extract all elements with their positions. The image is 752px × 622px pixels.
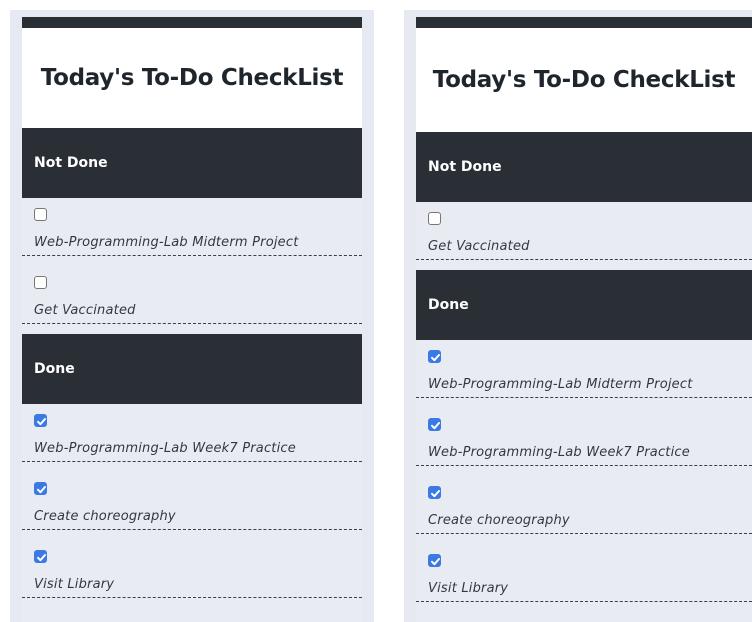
todo-text: Get Vaccinated [416, 236, 752, 260]
checkbox-checked[interactable] [428, 554, 441, 567]
list-item: Get Vaccinated [22, 266, 362, 334]
checkbox[interactable] [34, 276, 47, 289]
page-title: Today's To-Do CheckList [40, 65, 344, 91]
checkbox-checked[interactable] [428, 486, 441, 499]
todo-text: Web-Programming-Lab Midterm Project [22, 232, 362, 256]
check-icon [431, 490, 440, 498]
checkbox-checked[interactable] [34, 550, 47, 563]
todo-text: Create choreography [416, 510, 752, 534]
checklist-panel-after: Today's To-Do CheckList Not Done Get Vac… [404, 10, 752, 622]
list-item: Web-Programming-Lab Midterm Project [22, 198, 362, 266]
checklist-card: Today's To-Do CheckList Not Done Get Vac… [416, 17, 752, 622]
not-done-list: Get Vaccinated [416, 202, 752, 270]
done-list: Web-Programming-Lab Week7 Practice Creat… [22, 404, 362, 608]
section-header-not-done: Not Done [416, 132, 752, 202]
checkbox-checked[interactable] [428, 350, 441, 363]
header: Today's To-Do CheckList [22, 28, 362, 128]
top-bar [416, 17, 752, 28]
todo-text: Web-Programming-Lab Midterm Project [416, 374, 752, 398]
check-icon [431, 422, 440, 430]
list-item: Create choreography [416, 476, 752, 544]
checklist-card: Today's To-Do CheckList Not Done Web-Pro… [22, 17, 362, 622]
section-header-done: Done [22, 334, 362, 404]
check-icon [37, 554, 46, 562]
check-icon [431, 354, 440, 362]
check-icon [431, 558, 440, 566]
list-item: Web-Programming-Lab Week7 Practice [22, 404, 362, 472]
checkbox-checked[interactable] [428, 418, 441, 431]
todo-text: Web-Programming-Lab Week7 Practice [416, 442, 752, 466]
section-header-done: Done [416, 270, 752, 340]
checkbox-checked[interactable] [34, 482, 47, 495]
checkbox[interactable] [34, 208, 47, 221]
not-done-list: Web-Programming-Lab Midterm Project Get … [22, 198, 362, 334]
page-title: Today's To-Do CheckList [432, 67, 736, 93]
todo-text: Get Vaccinated [22, 300, 362, 324]
list-item: Web-Programming-Lab Week7 Practice [416, 408, 752, 476]
todo-text: Web-Programming-Lab Week7 Practice [22, 438, 362, 462]
section-header-not-done: Not Done [22, 128, 362, 198]
list-item: Get Vaccinated [416, 202, 752, 270]
list-item: Web-Programming-Lab Midterm Project [416, 340, 752, 408]
checklist-panel-before: Today's To-Do CheckList Not Done Web-Pro… [10, 10, 374, 622]
check-icon [37, 418, 46, 426]
list-item: Create choreography [22, 472, 362, 540]
checkbox[interactable] [428, 212, 441, 225]
checkbox-checked[interactable] [34, 414, 47, 427]
done-list: Web-Programming-Lab Midterm Project Web-… [416, 340, 752, 612]
check-icon [37, 486, 46, 494]
header: Today's To-Do CheckList [416, 28, 752, 132]
top-bar [22, 17, 362, 28]
list-item: Visit Library [22, 540, 362, 608]
list-item: Visit Library [416, 544, 752, 612]
todo-text: Visit Library [22, 574, 362, 598]
todo-text: Create choreography [22, 506, 362, 530]
todo-text: Visit Library [416, 578, 752, 602]
